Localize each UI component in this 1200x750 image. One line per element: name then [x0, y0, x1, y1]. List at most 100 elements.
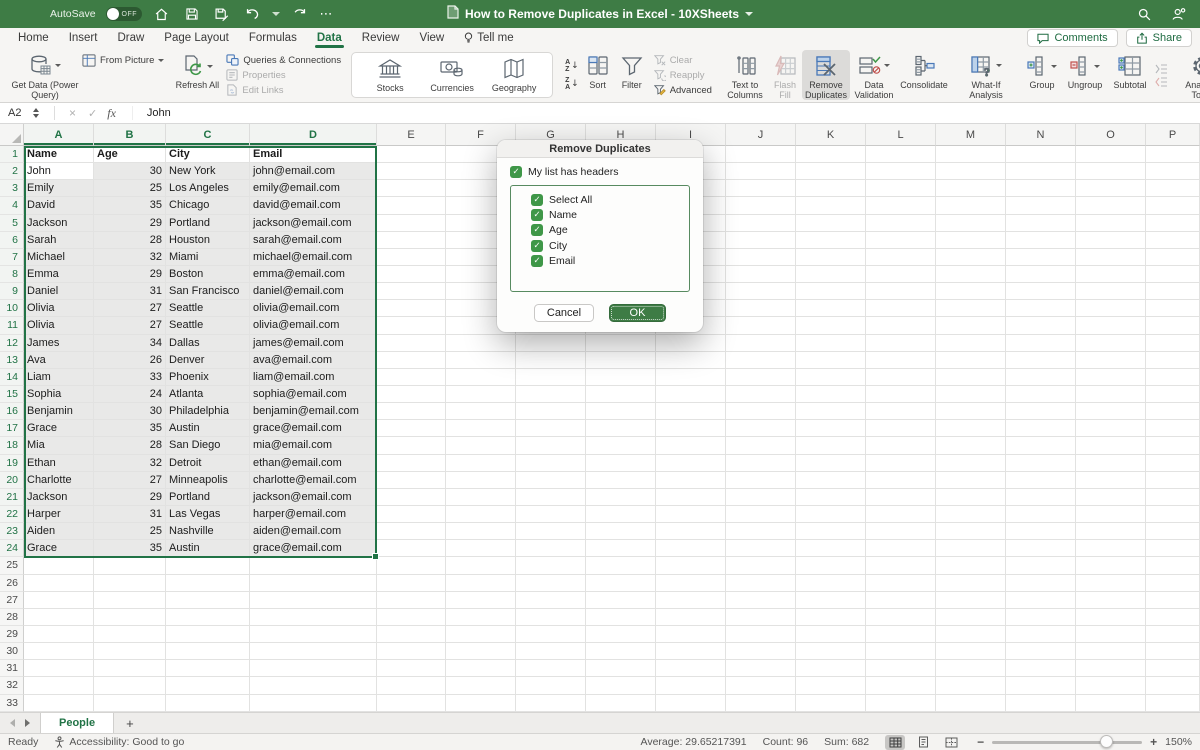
row-header-15[interactable]: 15 [0, 386, 24, 403]
cell-D16[interactable]: benjamin@email.com [250, 403, 377, 420]
cell-B6[interactable]: 28 [94, 232, 166, 249]
cell-G25[interactable] [516, 557, 586, 574]
cell-A23[interactable]: Aiden [24, 523, 94, 540]
cell-E20[interactable] [377, 472, 446, 489]
cell-M31[interactable] [936, 660, 1006, 677]
cell-I12[interactable] [656, 335, 726, 352]
cell-H15[interactable] [586, 386, 656, 403]
column-header-A[interactable]: A [24, 124, 94, 146]
cell-K21[interactable] [796, 489, 866, 506]
cell-B19[interactable]: 32 [94, 455, 166, 472]
cell-O17[interactable] [1076, 420, 1146, 437]
cell-B7[interactable]: 32 [94, 249, 166, 266]
column-header-O[interactable]: O [1076, 124, 1146, 146]
cell-I29[interactable] [656, 626, 726, 643]
cell-O10[interactable] [1076, 300, 1146, 317]
cell-A25[interactable] [24, 557, 94, 574]
properties-button[interactable]: Properties [226, 69, 341, 81]
cell-G30[interactable] [516, 643, 586, 660]
cell-P31[interactable] [1146, 660, 1200, 677]
home-icon[interactable] [152, 4, 172, 24]
cell-C1[interactable]: City [166, 146, 250, 163]
cell-A15[interactable]: Sophia [24, 386, 94, 403]
row-header-12[interactable]: 12 [0, 335, 24, 352]
cell-J25[interactable] [726, 557, 796, 574]
cell-F24[interactable] [446, 540, 516, 557]
cell-A5[interactable]: Jackson [24, 215, 94, 232]
cell-O23[interactable] [1076, 523, 1146, 540]
cell-N33[interactable] [1006, 695, 1076, 712]
cell-L4[interactable] [866, 197, 936, 214]
cell-C30[interactable] [166, 643, 250, 660]
cell-B10[interactable]: 27 [94, 300, 166, 317]
cell-H12[interactable] [586, 335, 656, 352]
row-header-22[interactable]: 22 [0, 506, 24, 523]
cell-L21[interactable] [866, 489, 936, 506]
cell-N20[interactable] [1006, 472, 1076, 489]
cell-H24[interactable] [586, 540, 656, 557]
cell-I32[interactable] [656, 677, 726, 694]
cell-N11[interactable] [1006, 317, 1076, 334]
cell-D10[interactable]: olivia@email.com [250, 300, 377, 317]
cell-D32[interactable] [250, 677, 377, 694]
cell-H21[interactable] [586, 489, 656, 506]
cell-D18[interactable]: mia@email.com [250, 437, 377, 454]
cell-D20[interactable]: charlotte@email.com [250, 472, 377, 489]
cell-B28[interactable] [94, 609, 166, 626]
cell-P22[interactable] [1146, 506, 1200, 523]
cell-L19[interactable] [866, 455, 936, 472]
cell-J30[interactable] [726, 643, 796, 660]
cell-M13[interactable] [936, 352, 1006, 369]
cell-M11[interactable] [936, 317, 1006, 334]
cell-M16[interactable] [936, 403, 1006, 420]
zoom-slider[interactable] [992, 741, 1142, 744]
row-header-13[interactable]: 13 [0, 352, 24, 369]
cell-M18[interactable] [936, 437, 1006, 454]
sheet-nav-prev-icon[interactable] [10, 719, 15, 727]
row-header-9[interactable]: 9 [0, 283, 24, 300]
cell-C18[interactable]: San Diego [166, 437, 250, 454]
cell-K1[interactable] [796, 146, 866, 163]
undo-dropdown-icon[interactable] [272, 12, 280, 16]
cell-P16[interactable] [1146, 403, 1200, 420]
column-header-P[interactable]: P [1146, 124, 1200, 146]
cell-A19[interactable]: Ethan [24, 455, 94, 472]
cell-A4[interactable]: David [24, 197, 94, 214]
cell-L22[interactable] [866, 506, 936, 523]
cell-B13[interactable]: 26 [94, 352, 166, 369]
cell-K14[interactable] [796, 369, 866, 386]
cell-I15[interactable] [656, 386, 726, 403]
cell-P23[interactable] [1146, 523, 1200, 540]
cell-A18[interactable]: Mia [24, 437, 94, 454]
cell-O19[interactable] [1076, 455, 1146, 472]
cell-K16[interactable] [796, 403, 866, 420]
cell-E9[interactable] [377, 283, 446, 300]
cell-J23[interactable] [726, 523, 796, 540]
cell-B11[interactable]: 27 [94, 317, 166, 334]
cell-M25[interactable] [936, 557, 1006, 574]
cell-K22[interactable] [796, 506, 866, 523]
cell-P7[interactable] [1146, 249, 1200, 266]
cell-G16[interactable] [516, 403, 586, 420]
cell-J28[interactable] [726, 609, 796, 626]
cell-C6[interactable]: Houston [166, 232, 250, 249]
confirm-entry-icon[interactable]: ✓ [88, 107, 97, 120]
cell-G33[interactable] [516, 695, 586, 712]
cell-P2[interactable] [1146, 163, 1200, 180]
row-header-11[interactable]: 11 [0, 317, 24, 334]
cell-P4[interactable] [1146, 197, 1200, 214]
cell-B22[interactable]: 31 [94, 506, 166, 523]
cell-P26[interactable] [1146, 575, 1200, 592]
cell-L11[interactable] [866, 317, 936, 334]
cell-N17[interactable] [1006, 420, 1076, 437]
refresh-all-button[interactable]: Refresh All [174, 50, 220, 100]
cell-A32[interactable] [24, 677, 94, 694]
cell-J7[interactable] [726, 249, 796, 266]
tab-review[interactable]: Review [352, 30, 410, 48]
cell-J29[interactable] [726, 626, 796, 643]
cell-H18[interactable] [586, 437, 656, 454]
cell-E15[interactable] [377, 386, 446, 403]
cell-E26[interactable] [377, 575, 446, 592]
column-header-L[interactable]: L [866, 124, 936, 146]
cell-M19[interactable] [936, 455, 1006, 472]
